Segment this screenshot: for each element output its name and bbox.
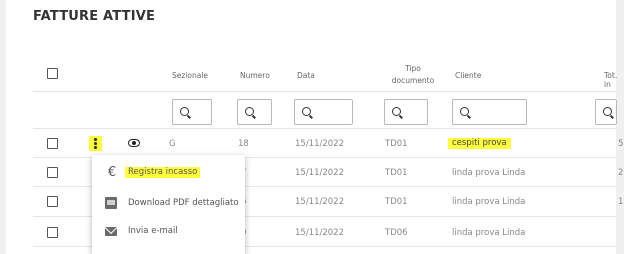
row-actions-menu-icon[interactable] [89,136,102,151]
cell-data: 15/11/2022 [295,228,344,238]
filter-data[interactable] [294,99,353,125]
row-actions-dropdown: € Registra incasso Download PDF dettagli… [92,155,245,254]
left-panel-border [0,0,6,254]
page-title: FATTURE ATTIVE [33,9,156,24]
header-sezionale[interactable]: Sezionale [172,71,208,80]
menu-item-registra-incasso[interactable]: € Registra incasso [92,160,245,186]
search-icon [180,107,189,116]
cell-cliente: linda prova Linda [452,168,526,178]
cell-tipo: TD06 [385,228,408,238]
euro-icon: € [107,165,117,180]
search-icon [392,107,401,116]
header-data[interactable]: Data [297,71,315,80]
select-all-checkbox[interactable] [47,68,58,79]
row-checkbox[interactable] [47,138,58,149]
cell-cliente: linda prova Linda [452,228,526,238]
filter-totale[interactable] [595,99,617,125]
filter-numero[interactable] [237,99,272,125]
search-icon [245,107,254,116]
filter-divider [33,128,616,129]
header-divider [33,91,616,92]
email-icon [105,227,117,236]
view-eye-icon[interactable] [128,139,140,147]
menu-item-label: Registra incasso [125,167,201,178]
cell-data: 15/11/2022 [295,197,344,207]
pdf-icon [105,197,117,209]
right-panel-border [616,0,624,254]
row-checkbox[interactable] [47,227,58,238]
cell-sezionale: G [169,139,176,149]
cell-totale: 5 [618,139,624,149]
header-cliente[interactable]: Cliente [455,71,481,80]
cell-data: 15/11/2022 [295,168,344,178]
cell-tipo: TD01 [385,168,408,178]
menu-item-label: Invia e-mail [128,226,178,236]
search-icon [302,107,311,116]
header-numero[interactable]: Numero [240,71,270,80]
cell-data: 15/11/2022 [295,139,344,149]
cell-cliente: linda prova Linda [452,197,526,207]
cell-tipo: TD01 [385,197,408,207]
menu-item-label: Download PDF dettagliato [128,198,239,208]
header-tipo-documento[interactable]: Tipo documento [385,64,441,85]
header-totale[interactable]: Tot. in [604,71,624,89]
row-checkbox[interactable] [47,167,58,178]
cell-numero: 18 [238,139,249,149]
cell-tipo: TD01 [385,139,408,149]
cell-totale: 1 [618,197,624,207]
row-checkbox[interactable] [47,196,58,207]
header-tipo-line1: Tipo [405,64,421,73]
filter-sezionale[interactable] [172,99,212,125]
menu-item-download-pdf[interactable]: Download PDF dettagliato [92,191,245,217]
search-icon [603,107,612,116]
cell-cliente: cespiti prova [448,138,511,149]
header-tipo-line2: documento [391,76,435,85]
filter-tipo[interactable] [384,99,428,125]
menu-item-invia-email[interactable]: Invia e-mail [92,219,245,245]
filter-cliente[interactable] [452,99,527,125]
search-icon [460,107,469,116]
cell-totale: 2 [618,168,624,178]
